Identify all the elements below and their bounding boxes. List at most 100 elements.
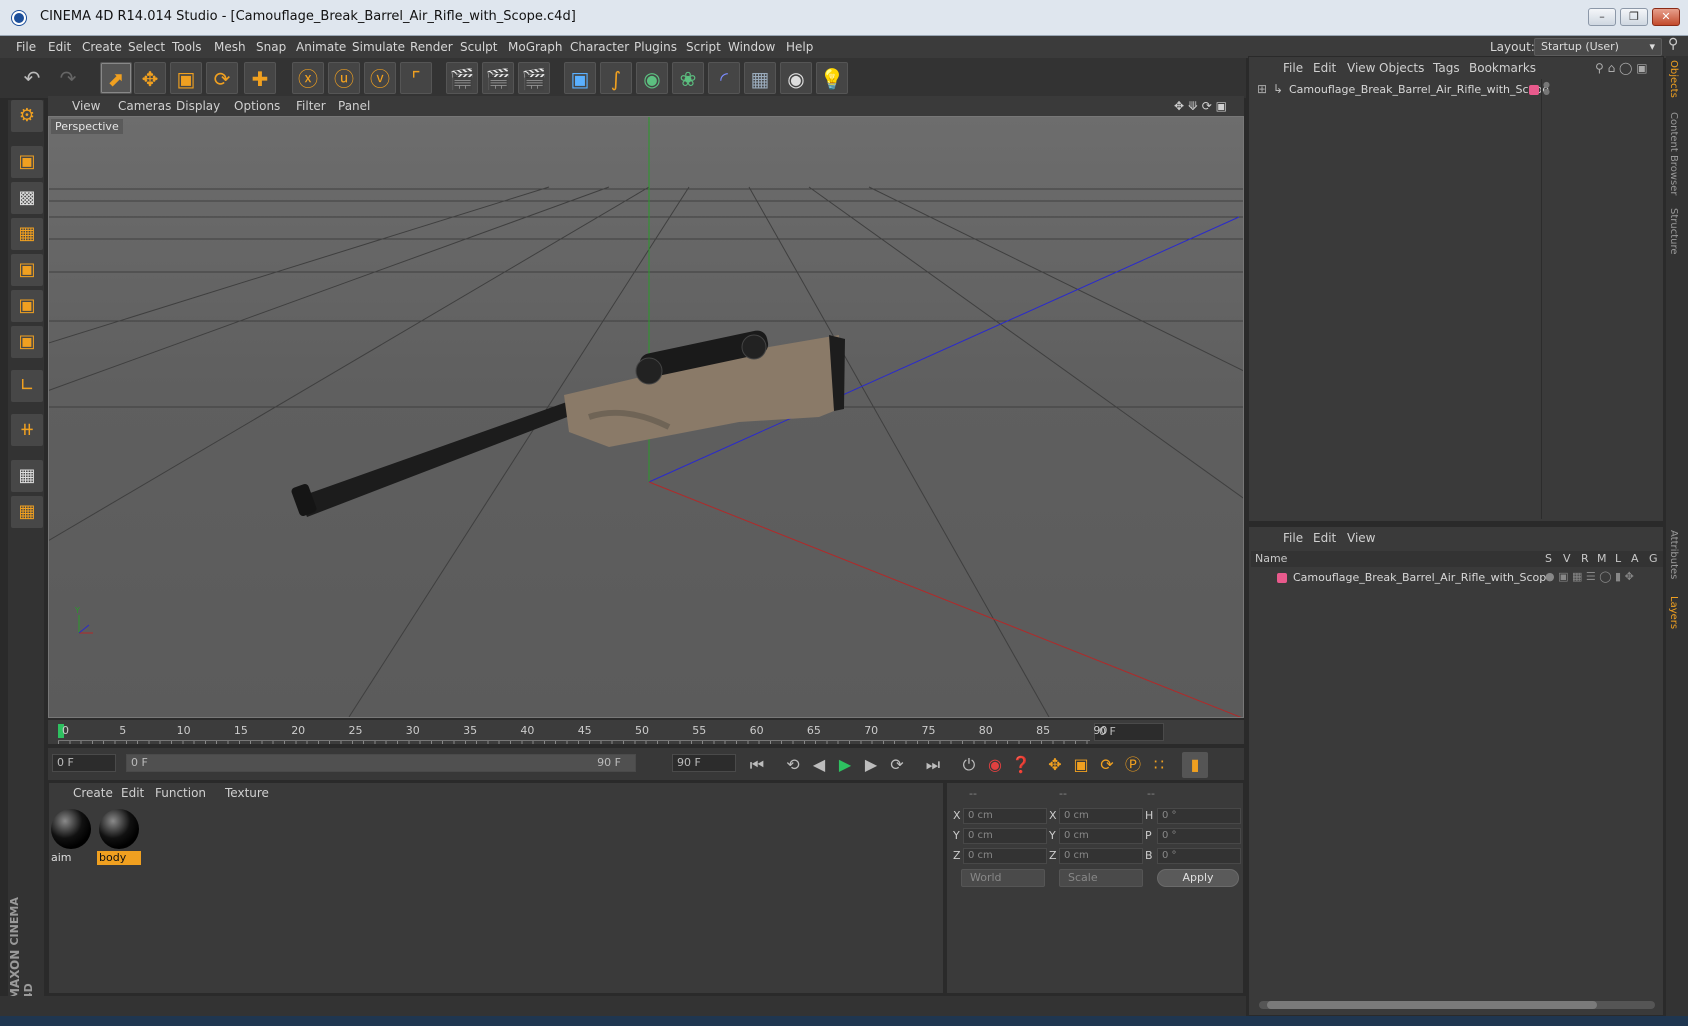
- minimize-button[interactable]: –: [1588, 8, 1616, 26]
- next-key-icon[interactable]: ⟳: [884, 752, 910, 778]
- layout-dropdown[interactable]: Startup (User) ▾: [1534, 38, 1662, 56]
- live-selection-icon[interactable]: ⬈: [100, 62, 132, 94]
- timeline-window-icon[interactable]: ▮: [1182, 752, 1208, 778]
- keyframe-selection-icon[interactable]: ❓: [1008, 752, 1034, 778]
- model-mode-icon[interactable]: ▣: [11, 146, 43, 178]
- menu-render[interactable]: Render: [410, 40, 453, 54]
- render-view-icon[interactable]: 🎬: [446, 62, 478, 94]
- redo-icon[interactable]: ↷: [52, 62, 84, 94]
- om-search-home-icons[interactable]: ⚲ ⌂ ◯ ▣: [1595, 61, 1648, 75]
- floor-icon[interactable]: ▦: [744, 62, 776, 94]
- nurbs-icon[interactable]: ◉: [636, 62, 668, 94]
- vp-menu-filter[interactable]: Filter: [296, 99, 326, 113]
- vp-menu-panel[interactable]: Panel: [338, 99, 370, 113]
- tab-layers[interactable]: Layers: [1668, 596, 1679, 629]
- layer-color-swatch[interactable]: [1529, 85, 1539, 95]
- menu-plugins[interactable]: Plugins: [634, 40, 677, 54]
- spline-icon[interactable]: ∫: [600, 62, 632, 94]
- locked-workplane-icon[interactable]: ▦: [11, 460, 43, 492]
- menu-character[interactable]: Character: [570, 40, 629, 54]
- search-icon[interactable]: ⚲: [1668, 36, 1678, 52]
- size-x-field[interactable]: 0 cm: [1059, 808, 1143, 824]
- next-frame-icon[interactable]: ▶: [858, 752, 884, 778]
- rifle-model[interactable]: [290, 329, 845, 517]
- restore-button[interactable]: ❐: [1620, 8, 1648, 26]
- tab-structure[interactable]: Structure: [1668, 208, 1679, 255]
- rotation-h-field[interactable]: 0 °: [1157, 808, 1241, 824]
- cube-primitive-icon[interactable]: ▣: [564, 62, 596, 94]
- position-y-field[interactable]: 0 cm: [963, 828, 1047, 844]
- vp-menu-cameras[interactable]: Cameras: [118, 99, 171, 113]
- play-icon[interactable]: ▶: [832, 752, 858, 778]
- close-button[interactable]: ✕: [1652, 8, 1680, 26]
- menu-script[interactable]: Script: [686, 40, 721, 54]
- viewport-nav-icons[interactable]: ✥ ⟱ ⟳ ▣: [1174, 99, 1227, 113]
- expand-icon[interactable]: ⊞: [1257, 82, 1267, 96]
- vp-menu-view[interactable]: View: [72, 99, 100, 113]
- go-to-start-icon[interactable]: ⏮: [744, 752, 770, 778]
- rotation-b-field[interactable]: 0 °: [1157, 848, 1241, 864]
- end-frame-field[interactable]: 90 F: [672, 754, 736, 772]
- axis-mode-icon[interactable]: ∟: [11, 370, 43, 402]
- position-z-field[interactable]: 0 cm: [963, 848, 1047, 864]
- texture-mode-icon[interactable]: ▩: [11, 182, 43, 214]
- material-aim[interactable]: aim: [49, 807, 93, 864]
- x-axis-lock-icon[interactable]: ⓧ: [292, 62, 324, 94]
- key-parameter-icon[interactable]: Ⓟ: [1120, 752, 1146, 778]
- menu-create[interactable]: Create: [82, 40, 122, 54]
- menu-file[interactable]: File: [16, 40, 36, 54]
- key-pla-icon[interactable]: ∷: [1146, 752, 1172, 778]
- record-keys-icon[interactable]: ⏻: [956, 752, 982, 778]
- vp-menu-display[interactable]: Display: [176, 99, 220, 113]
- menu-mesh[interactable]: Mesh: [214, 40, 246, 54]
- om-menu-edit[interactable]: Edit: [1313, 61, 1336, 75]
- last-tool-icon[interactable]: ✚: [244, 62, 276, 94]
- points-mode-icon[interactable]: ▣: [11, 254, 43, 286]
- menu-edit[interactable]: Edit: [48, 40, 71, 54]
- mat-menu-edit[interactable]: Edit: [121, 786, 144, 800]
- layer-flag-icons[interactable]: ● ▣ ▦ ☰ ◯ ▮ ✥: [1545, 570, 1634, 583]
- layer-color-swatch[interactable]: [1277, 573, 1287, 583]
- render-settings-icon[interactable]: 🎬: [518, 62, 550, 94]
- lm-menu-edit[interactable]: Edit: [1313, 531, 1336, 545]
- lm-menu-file[interactable]: File: [1283, 531, 1303, 545]
- position-x-field[interactable]: 0 cm: [963, 808, 1047, 824]
- deformer-icon[interactable]: ◜: [708, 62, 740, 94]
- menu-select[interactable]: Select: [128, 40, 165, 54]
- menu-help[interactable]: Help: [786, 40, 813, 54]
- apply-button[interactable]: Apply: [1157, 869, 1239, 887]
- light-icon[interactable]: 💡: [816, 62, 848, 94]
- menu-sculpt[interactable]: Sculpt: [460, 40, 497, 54]
- size-z-field[interactable]: 0 cm: [1059, 848, 1143, 864]
- mat-menu-create[interactable]: Create: [73, 786, 113, 800]
- vp-menu-options[interactable]: Options: [234, 99, 280, 113]
- menu-animate[interactable]: Animate: [296, 40, 346, 54]
- rotate-icon[interactable]: ⟳: [206, 62, 238, 94]
- om-menu-file[interactable]: File: [1283, 61, 1303, 75]
- go-to-end-icon[interactable]: ⏭: [920, 752, 946, 778]
- menu-tools[interactable]: Tools: [172, 40, 202, 54]
- snap-magnet-icon[interactable]: ⧺: [11, 414, 43, 446]
- viewport-perspective[interactable]: Y Perspective: [48, 116, 1244, 718]
- edges-mode-icon[interactable]: ▣: [11, 290, 43, 322]
- key-position-icon[interactable]: ✥: [1042, 752, 1068, 778]
- render-picture-viewer-icon[interactable]: 🎬: [482, 62, 514, 94]
- key-scale-icon[interactable]: ▣: [1068, 752, 1094, 778]
- om-menu-tags[interactable]: Tags: [1433, 61, 1460, 75]
- previous-key-icon[interactable]: ⟲: [780, 752, 806, 778]
- om-menu-bookmarks[interactable]: Bookmarks: [1469, 61, 1536, 75]
- tab-objects[interactable]: Objects: [1668, 60, 1679, 98]
- array-icon[interactable]: ❀: [672, 62, 704, 94]
- frame-range-slider[interactable]: 0 F 90 F: [126, 754, 636, 772]
- previous-frame-icon[interactable]: ◀: [806, 752, 832, 778]
- menu-window[interactable]: Window: [728, 40, 775, 54]
- horizontal-scrollbar[interactable]: [1259, 1001, 1655, 1009]
- undo-icon[interactable]: ↶: [16, 62, 48, 94]
- material-body[interactable]: body: [97, 807, 141, 865]
- object-row[interactable]: ⊞ ↳ Camouflage_Break_Barrel_Air_Rifle_wi…: [1253, 79, 1661, 519]
- size-y-field[interactable]: 0 cm: [1059, 828, 1143, 844]
- polygons-mode-icon[interactable]: ▣: [11, 326, 43, 358]
- start-frame-field[interactable]: 0 F: [52, 754, 116, 772]
- coordinate-mode-dropdown[interactable]: Scale: [1059, 869, 1143, 887]
- coordinate-space-dropdown[interactable]: World: [961, 869, 1045, 887]
